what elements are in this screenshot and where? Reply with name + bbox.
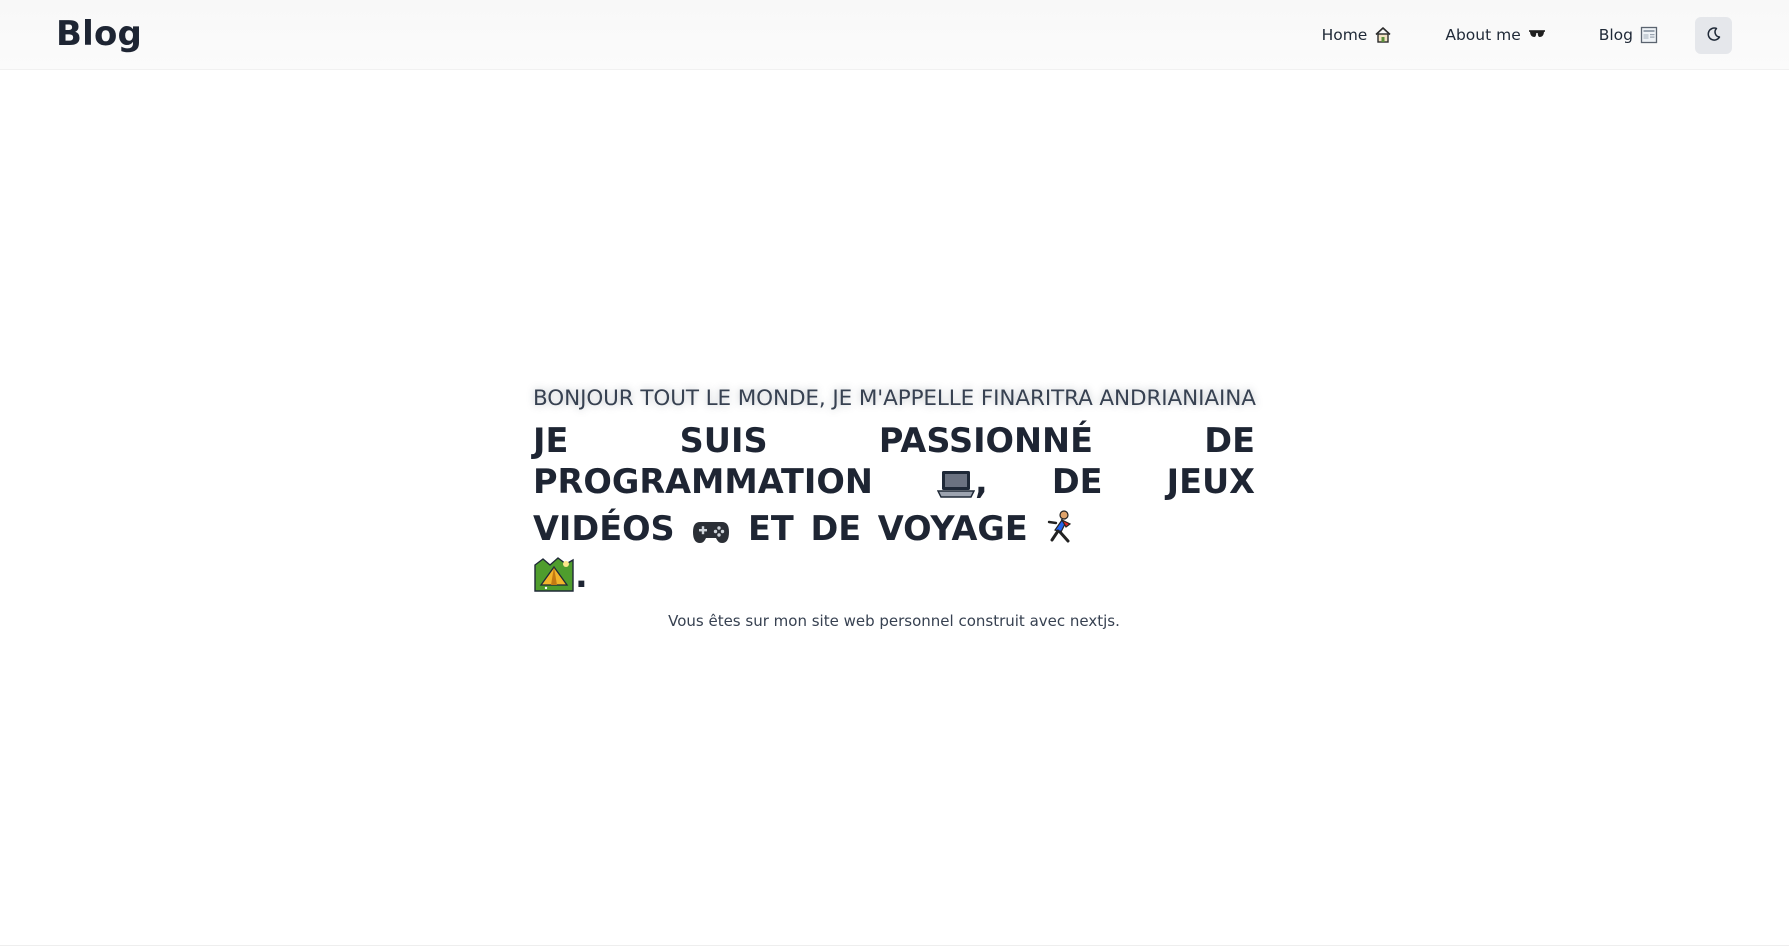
brand-logo[interactable]: Blog [56,14,142,54]
headline-part-3: et de voyage [748,509,1028,548]
runner-icon [1044,510,1078,555]
page: Blog Home About me Blog BONJOUR TOUT LE … [0,0,1789,948]
camping-icon [533,555,575,602]
headline-part-4: . [575,556,588,595]
hero-headline: Je suis passionné de programmation , de … [533,420,1255,602]
newspaper-icon [1639,25,1659,45]
laptop-icon [936,467,976,508]
house-icon [1373,25,1393,45]
main-nav: Home About me Blog [1322,16,1732,54]
moon-icon [1706,26,1722,45]
nav-home-link[interactable]: Home [1322,16,1394,54]
nav-blog-link[interactable]: Blog [1599,16,1659,54]
nav-blog-label: Blog [1598,26,1633,44]
nav-about-label: About me [1445,26,1521,44]
hero-intro: BONJOUR TOUT LE MONDE, JE M'APPELLE FINA… [533,386,1256,411]
sunglasses-icon [1527,25,1547,45]
nav-home-label: Home [1321,26,1368,44]
bottom-divider [0,945,1789,946]
nav-about-link[interactable]: About me [1445,16,1546,54]
game-controller-icon [691,514,731,555]
hero-section: BONJOUR TOUT LE MONDE, JE M'APPELLE FINA… [533,382,1256,630]
hero-subtitle: Vous êtes sur mon site web personnel con… [668,612,1120,630]
top-navbar: Blog Home About me Blog [0,0,1789,70]
theme-toggle-button[interactable] [1695,16,1732,54]
